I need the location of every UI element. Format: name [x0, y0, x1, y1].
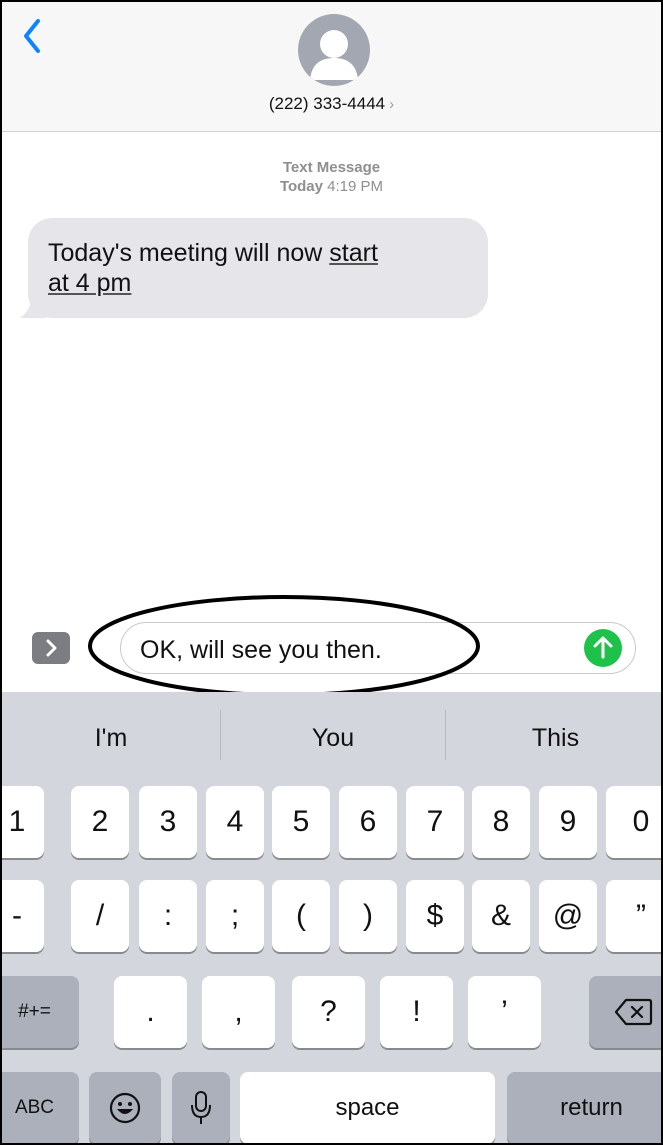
suggestion-2[interactable]: You	[221, 692, 445, 784]
meta-type: Text Message	[282, 159, 381, 176]
key-abc[interactable]: ABC	[2, 1072, 79, 1143]
key-6[interactable]: 6	[339, 786, 397, 858]
key-9[interactable]: 9	[539, 786, 597, 858]
contact-avatar[interactable]	[298, 14, 370, 86]
emoji-icon	[109, 1092, 141, 1124]
key-at[interactable]: @	[539, 880, 597, 952]
key-question[interactable]: ?	[292, 976, 365, 1048]
person-silhouette-icon	[310, 30, 358, 80]
key-hyphen[interactable]: -	[2, 880, 44, 952]
message-link-start[interactable]: start	[329, 239, 378, 267]
key-symbols-mode[interactable]: #+=	[2, 976, 79, 1048]
back-button[interactable]	[18, 16, 48, 56]
incoming-message-bubble[interactable]: Today's meeting will now start at 4 pm	[28, 218, 488, 318]
key-3[interactable]: 3	[139, 786, 197, 858]
key-comma[interactable]: ,	[202, 976, 275, 1048]
key-ampersand[interactable]: &	[472, 880, 530, 952]
chevron-right-icon	[46, 639, 57, 657]
meta-time: 4:19 PM	[327, 178, 384, 195]
key-delete[interactable]	[589, 976, 661, 1048]
key-dictation[interactable]	[172, 1072, 230, 1143]
key-1[interactable]: 1	[2, 786, 44, 858]
key-period[interactable]: .	[114, 976, 187, 1048]
app-drawer-toggle[interactable]	[32, 632, 70, 664]
key-colon[interactable]: :	[139, 880, 197, 952]
key-open-paren[interactable]: (	[272, 880, 330, 952]
key-4[interactable]: 4	[206, 786, 264, 858]
key-exclamation[interactable]: !	[380, 976, 453, 1048]
key-close-paren[interactable]: )	[339, 880, 397, 952]
meta-day: Today	[279, 178, 323, 195]
key-semicolon[interactable]: ;	[206, 880, 264, 952]
annotation-ellipse	[88, 595, 480, 697]
message-link-time[interactable]: at 4 pm	[48, 269, 131, 297]
contact-number: (222) 333-4444	[268, 94, 386, 113]
key-7[interactable]: 7	[406, 786, 464, 858]
key-emoji[interactable]	[89, 1072, 161, 1143]
key-quote[interactable]: ”	[606, 880, 661, 952]
contact-name[interactable]: (222) 333-4444 ›	[2, 94, 661, 114]
key-5[interactable]: 5	[272, 786, 330, 858]
arrow-up-icon	[593, 636, 613, 659]
key-2[interactable]: 2	[71, 786, 129, 858]
send-button[interactable]	[584, 629, 622, 667]
key-dollar[interactable]: $	[406, 880, 464, 952]
microphone-icon	[191, 1091, 211, 1124]
chevron-left-icon	[24, 19, 40, 53]
key-apostrophe[interactable]: ’	[468, 976, 541, 1048]
suggestion-3[interactable]: This	[446, 692, 661, 784]
key-8[interactable]: 8	[472, 786, 530, 858]
contact-chevron: ›	[389, 96, 395, 113]
key-slash[interactable]: /	[71, 880, 129, 952]
key-space[interactable]: space	[240, 1072, 495, 1143]
key-0[interactable]: 0	[606, 786, 661, 858]
message-text: Today's meeting will now	[48, 239, 330, 267]
backspace-icon	[614, 998, 652, 1026]
suggestion-1[interactable]: I'm	[2, 692, 220, 784]
key-return[interactable]: return	[507, 1072, 661, 1143]
message-timestamp: Text Message Today 4:19 PM	[2, 158, 661, 196]
conversation-header: (222) 333-4444 ›	[2, 2, 661, 132]
messages-screen: (222) 333-4444 › Text Message Today 4:19 …	[0, 0, 663, 1145]
